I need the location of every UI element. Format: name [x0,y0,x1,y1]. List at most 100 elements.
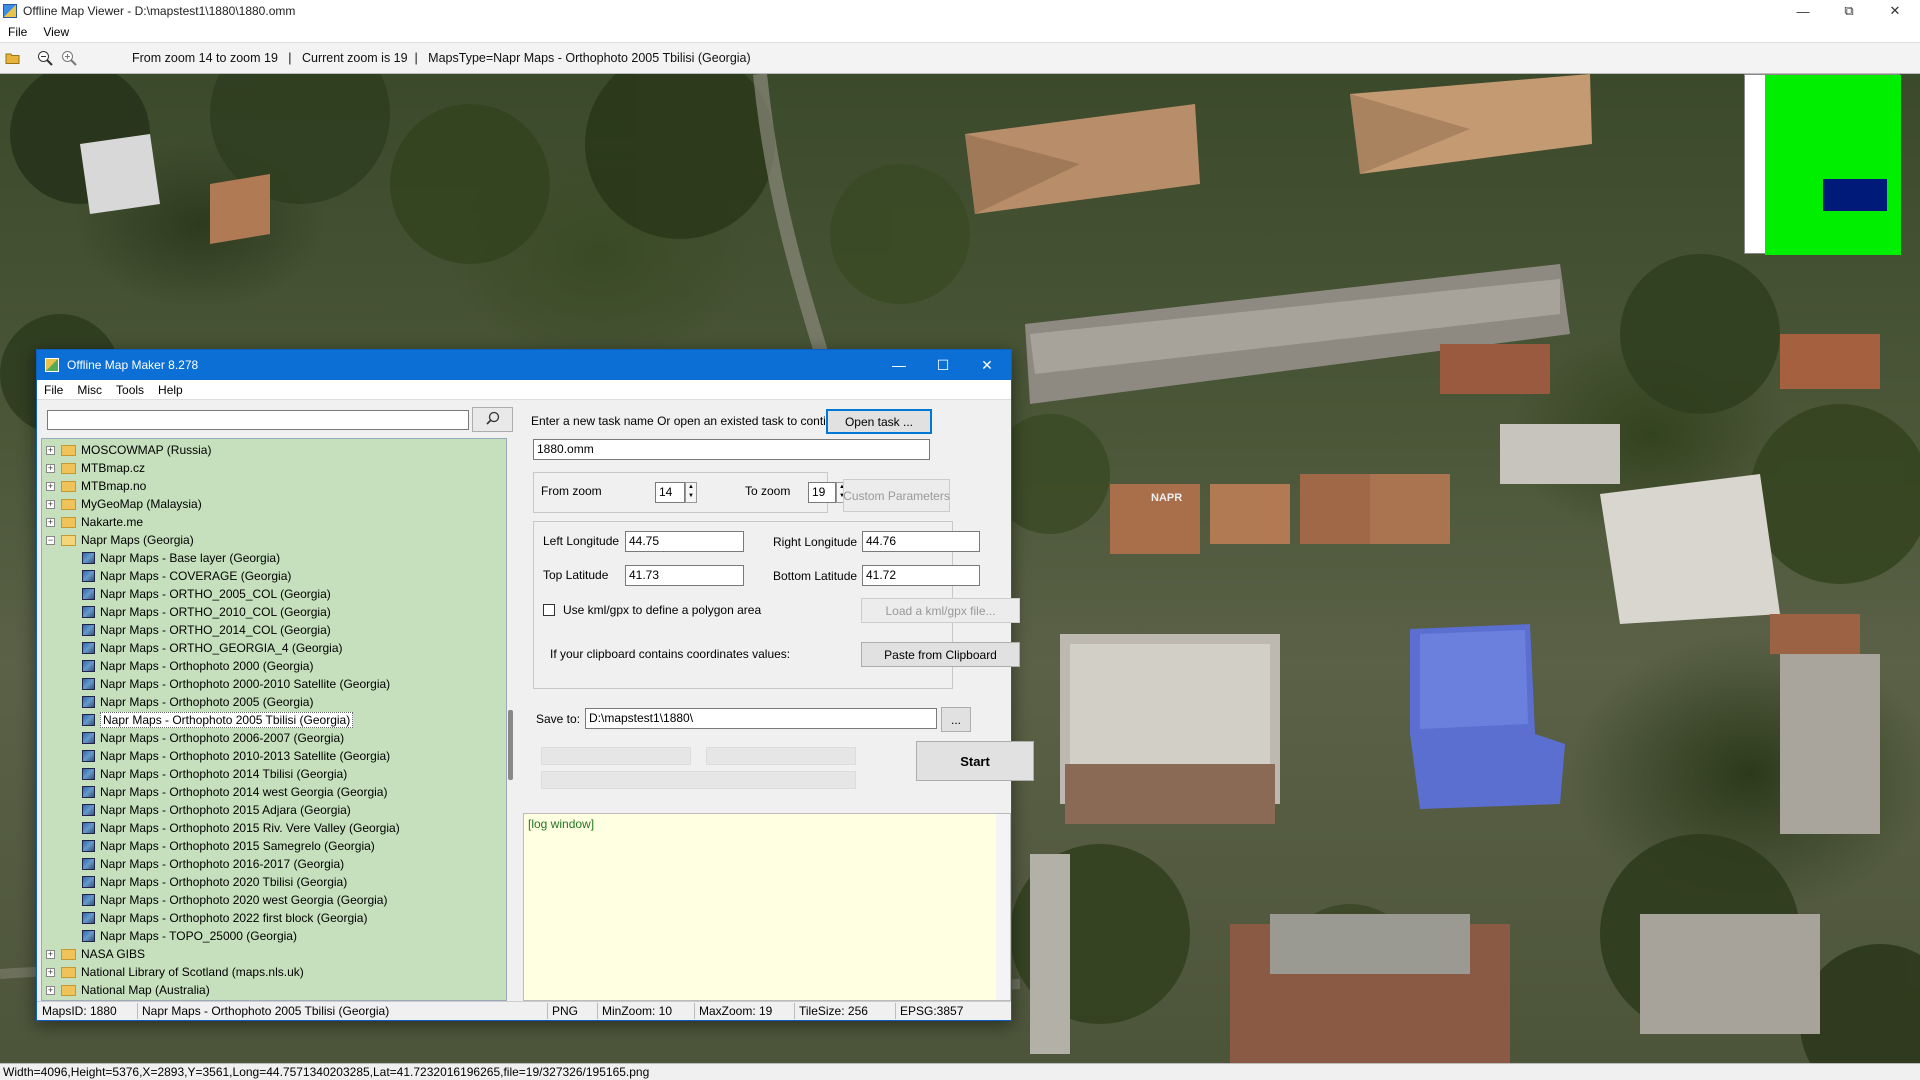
tree-map-item[interactable]: Napr Maps - Orthophoto 2000 (Georgia) [82,657,313,675]
map-layer-icon [82,624,95,636]
minimize-button[interactable]: — [1780,0,1826,22]
close-button[interactable]: ✕ [1872,0,1918,22]
log-window[interactable]: [log window] [523,813,1011,1001]
browse-folder-button[interactable]: ... [941,707,971,732]
omm-menu-misc[interactable]: Misc [70,383,109,397]
tree-map-item[interactable]: Napr Maps - TOPO_25000 (Georgia) [82,927,297,945]
omm-title-bar: Offline Map Maker 8.278 — ☐ ✕ [37,350,1011,380]
tree-folder-item[interactable]: + Nakarte.me [46,513,143,531]
map-layer-icon [82,858,95,870]
omm-status-bar: MapsID: 1880 Napr Maps - Orthophoto 2005… [37,1001,1011,1020]
map-source-pane: + MOSCOWMAP (Russia) + MTBmap.cz + MTBmap.no +… [39,401,515,1001]
overview-minimap[interactable] [1744,74,1901,255]
kml-checkbox[interactable] [543,604,555,616]
tree-folder-item[interactable]: + National Map (Australia) [46,981,210,999]
tree-item-label: Napr Maps - Orthophoto 2020 west Georgia… [100,893,388,907]
tree-folder-item[interactable]: + National Library of Scotland (maps.nls.… [46,963,304,981]
tree-item-label: Napr Maps - Orthophoto 2020 Tbilisi (Geo… [100,875,348,889]
tree-folder-item[interactable]: + MOSCOWMAP (Russia) [46,441,211,459]
tree-map-item[interactable]: Napr Maps - ORTHO_GEORGIA_4 (Georgia) [82,639,343,657]
tree-map-item[interactable]: Napr Maps - Orthophoto 2015 Samegrelo (G… [82,837,375,855]
folder-open-icon[interactable] [2,47,24,69]
custom-parameters-button[interactable]: Custom Parameters [843,479,950,512]
search-button[interactable] [472,407,513,432]
map-source-tree[interactable]: + MOSCOWMAP (Russia) + MTBmap.cz + MTBmap.no +… [41,438,507,1001]
omm-maximize-button[interactable]: ☐ [921,350,965,380]
menu-view[interactable]: View [35,25,77,39]
map-layer-icon [82,570,95,582]
tree-map-item[interactable]: Napr Maps - Orthophoto 2000-2010 Satelli… [82,675,390,693]
open-task-button[interactable]: Open task ... [826,409,932,434]
expand-icon[interactable]: + [46,463,55,473]
log-scrollbar[interactable] [996,814,1010,1000]
tree-item-label: MTBmap.no [81,479,147,493]
save-to-input[interactable]: D:\mapstest1\1880\ [585,708,937,729]
bottom-latitude-input[interactable]: 41.72 [862,565,980,586]
tree-item-label: NASA GIBS [81,947,146,961]
tree-map-item[interactable]: Napr Maps - Orthophoto 2020 west Georgia… [82,891,387,909]
tree-map-item[interactable]: Napr Maps - COVERAGE (Georgia) [82,567,291,585]
top-latitude-input[interactable]: 41.73 [625,565,744,586]
omm-minimize-button[interactable]: — [877,350,921,380]
expand-icon[interactable]: + [46,481,55,491]
expand-icon[interactable]: + [46,949,55,959]
tree-item-label: National Library of Scotland (maps.nls.u… [81,965,304,979]
tree-folder-item[interactable]: + NASA GIBS [46,945,145,963]
tree-map-item[interactable]: Napr Maps - Base layer (Georgia) [82,549,280,567]
tree-map-item[interactable]: Napr Maps - Orthophoto 2015 Adjara (Geor… [82,801,351,819]
tree-map-item[interactable]: Napr Maps - Orthophoto 2014 west Georgia… [82,783,387,801]
expand-icon[interactable]: + [46,985,55,995]
tree-map-item[interactable]: Napr Maps - Orthophoto 2020 Tbilisi (Geo… [82,873,347,891]
map-layer-icon [82,930,95,942]
omm-menu-tools[interactable]: Tools [109,383,151,397]
tree-map-item[interactable]: Napr Maps - ORTHO_2005_COL (Georgia) [82,585,331,603]
tree-scroll-thumb[interactable] [508,710,513,780]
tree-map-item[interactable]: Napr Maps - ORTHO_2010_COL (Georgia) [82,603,331,621]
paste-from-clipboard-button[interactable]: Paste from Clipboard [861,642,1020,667]
tree-map-item[interactable]: Napr Maps - Orthophoto 2015 Riv. Vere Va… [82,819,400,837]
right-longitude-input[interactable]: 44.76 [862,531,980,552]
folder-icon [61,948,76,960]
expand-icon[interactable]: + [46,445,55,455]
tree-map-item[interactable]: Napr Maps - ORTHO_2014_COL (Georgia) [82,621,331,639]
tree-map-item[interactable]: Napr Maps - Orthophoto 2005 Tbilisi (Geo… [82,711,354,729]
minimap-coverage [1765,75,1901,255]
minimap-viewport[interactable] [1823,179,1887,211]
menu-file[interactable]: File [0,25,35,39]
tree-map-item[interactable]: Napr Maps - Orthophoto 2010-2013 Satelli… [82,747,390,765]
tree-item-label: Napr Maps - Orthophoto 2005 Tbilisi (Geo… [100,712,354,728]
restore-button[interactable]: ⧉ [1826,0,1872,22]
tree-scrollbar[interactable] [507,438,515,1001]
tree-folder-item[interactable]: + MTBmap.cz [46,459,145,477]
tree-map-item[interactable]: Napr Maps - Orthophoto 2016-2017 (Georgi… [82,855,344,873]
from-zoom-spinner[interactable]: ▲ ▼ [685,482,697,503]
map-search-input[interactable] [47,410,469,430]
omm-menu-help[interactable]: Help [151,383,190,397]
task-name-input[interactable]: 1880.omm [533,439,930,460]
map-layer-icon [82,714,95,726]
tree-item-label: Napr Maps - Orthophoto 2015 Riv. Vere Va… [100,821,400,835]
tree-map-item[interactable]: Napr Maps - Orthophoto 2006-2007 (Georgi… [82,729,344,747]
left-longitude-input[interactable]: 44.75 [625,531,744,552]
clipboard-prompt-label: If your clipboard contains coordinates v… [550,647,791,661]
tree-map-item[interactable]: Napr Maps - Orthophoto 2022 first block … [82,909,367,927]
load-kml-button[interactable]: Load a kml/gpx file... [861,598,1020,623]
tree-folder-item[interactable]: − Napr Maps (Georgia) [46,531,194,549]
zoom-out-icon[interactable] [34,47,56,69]
start-button[interactable]: Start [916,741,1034,781]
omm-close-button[interactable]: ✕ [965,350,1009,380]
collapse-icon[interactable]: − [46,535,55,545]
expand-icon[interactable]: + [46,499,55,509]
zoom-in-icon[interactable] [58,47,80,69]
tree-map-item[interactable]: Napr Maps - Orthophoto 2005 (Georgia) [82,693,313,711]
tree-item-label: Napr Maps - Orthophoto 2000-2010 Satelli… [100,677,391,691]
tree-map-item[interactable]: Napr Maps - Orthophoto 2014 Tbilisi (Geo… [82,765,347,783]
tree-folder-item[interactable]: + MTBmap.no [46,477,146,495]
expand-icon[interactable]: + [46,517,55,527]
to-zoom-input[interactable]: 19 [808,482,836,503]
expand-icon[interactable]: + [46,967,55,977]
tree-folder-item[interactable]: + MyGeoMap (Malaysia) [46,495,202,513]
from-zoom-input[interactable]: 14 [655,482,685,503]
progress-bar-total [541,771,856,789]
omm-menu-file[interactable]: File [37,383,70,397]
